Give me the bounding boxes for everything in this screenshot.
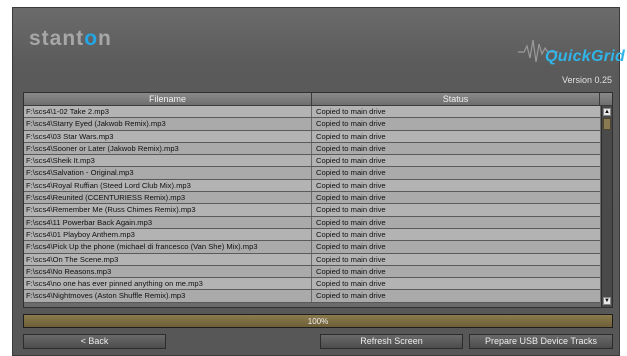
filename-cell: F:\scs4\03 Star Wars.mp3 (24, 130, 312, 142)
version-label: Version 0.25 (561, 75, 612, 85)
table-row[interactable]: F:\scs4\Salvation - Original.mp3 Copied t… (24, 167, 600, 180)
filename-cell: F:\scs4\Sheik It.mp3 (24, 155, 312, 167)
filename-cell: F:\scs4\Sooner or Later (Jakwob Remix).m… (24, 142, 312, 155)
status-cell: Copied to main drive (316, 156, 386, 166)
status-cell: Copied to main drive (316, 229, 386, 239)
status-cell: Copied to main drive (316, 107, 386, 116)
column-header-filename[interactable]: Filename (24, 93, 312, 105)
table-row[interactable]: F:\scs4\Nightmoves (Aston Shuffle Remix)… (24, 290, 600, 303)
filename-cell: F:\scs4\Royal Ruffian (Steed Lord Club M… (24, 179, 312, 192)
filename-cell: F:\scs4\Reunited (CCENTURIESS Remix).mp3 (24, 192, 312, 204)
grid-header: Filename Status (24, 93, 612, 106)
filename-cell: F:\scs4\On The Scene.mp3 (24, 253, 312, 265)
filename-cell: F:\scs4\No Reasons.mp3 (24, 265, 312, 278)
scroll-down-icon[interactable]: ▼ (603, 297, 611, 305)
status-cell: Copied to main drive (316, 143, 386, 153)
product-title: QuickGrid (545, 48, 626, 65)
filename-cell: F:\scs4\1-02 Take 2.mp3 (24, 106, 312, 118)
back-button[interactable]: < Back (23, 334, 166, 349)
progress-label: 100% (307, 317, 329, 326)
filename-cell: F:\scs4\01 Playboy Anthem.mp3 (24, 228, 312, 241)
status-cell: Copied to main drive (316, 131, 386, 141)
logo-suffix: n (98, 27, 112, 50)
filename-cell: F:\scs4\Remember Me (Russ Chimes Remix).… (24, 204, 312, 216)
vertical-scrollbar[interactable]: ▲ ▼ (601, 106, 612, 307)
filename-cell: F:\scs4\Nightmoves (Aston Shuffle Remix)… (24, 290, 312, 302)
grid-rows: F:\scs4\1-02 Take 2.mp3 Copied to main dr… (24, 106, 600, 303)
refresh-screen-button[interactable]: Refresh Screen (320, 334, 463, 349)
prepare-usb-tracks-button[interactable]: Prepare USB Device Tracks (469, 334, 613, 349)
table-row[interactable]: F:\scs4\No Reasons.mp3 Copied to main dri… (24, 265, 600, 279)
stanton-logo: stanton (29, 27, 112, 51)
table-row[interactable]: F:\scs4\Pick Up the phone (michael di fr… (24, 241, 600, 254)
status-cell: Copied to main drive (316, 205, 386, 215)
status-cell: Copied to main drive (316, 291, 386, 301)
status-cell: Copied to main drive (316, 193, 386, 203)
column-header-status[interactable]: Status (312, 93, 600, 105)
table-row[interactable]: F:\scs4\Sheik It.mp3 Copied to main drive (24, 155, 600, 168)
status-cell: Copied to main drive (316, 266, 386, 276)
table-row[interactable]: F:\scs4\11 Powerbar Back Again.mp3 Copied… (24, 216, 600, 229)
table-row[interactable]: F:\scs4\Sooner or Later (Jakwob Remix).m… (24, 142, 600, 156)
status-cell: Copied to main drive (316, 180, 386, 190)
filename-cell: F:\scs4\no one has ever pinned anything … (24, 278, 312, 290)
status-cell: Copied to main drive (316, 217, 386, 227)
file-grid: Filename Status F:\scs4\1-02 Take 2.mp3 C… (23, 92, 613, 308)
status-cell: Copied to main drive (316, 279, 386, 289)
table-row[interactable]: F:\scs4\Royal Ruffian (Steed Lord Club M… (24, 179, 600, 193)
table-row[interactable]: F:\scs4\03 Star Wars.mp3 Copied to main d… (24, 130, 600, 143)
table-row[interactable]: F:\scs4\Starry Eyed (Jakwob Remix).mp3 Co… (24, 118, 600, 131)
scroll-thumb[interactable] (603, 118, 611, 130)
table-row[interactable]: F:\scs4\Remember Me (Russ Chimes Remix).… (24, 204, 600, 217)
table-row[interactable]: F:\scs4\Reunited (CCENTURIESS Remix).mp3… (24, 192, 600, 205)
filename-cell: F:\scs4\Salvation - Original.mp3 (24, 167, 312, 179)
table-row[interactable]: F:\scs4\01 Playboy Anthem.mp3 Copied to m… (24, 228, 600, 242)
status-cell: Copied to main drive (316, 168, 386, 178)
status-cell: Copied to main drive (316, 119, 386, 129)
table-row[interactable]: F:\scs4\1-02 Take 2.mp3 Copied to main dr… (24, 106, 600, 119)
table-row[interactable]: F:\scs4\no one has ever pinned anything … (24, 278, 600, 291)
logo-prefix: stant (29, 27, 85, 50)
logo-accent: o (84, 27, 99, 50)
app-window: stanton QuickGrid Version 0.25 Filename … (12, 7, 625, 356)
status-cell: Copied to main drive (316, 242, 386, 252)
filename-cell: F:\scs4\11 Powerbar Back Again.mp3 (24, 216, 312, 228)
filename-cell: F:\scs4\Starry Eyed (Jakwob Remix).mp3 (24, 118, 312, 130)
progress-bar: 100% (23, 314, 613, 328)
status-cell: Copied to main drive (316, 254, 386, 264)
scroll-up-icon[interactable]: ▲ (603, 108, 611, 116)
table-row[interactable]: F:\scs4\On The Scene.mp3 Copied to main d… (24, 253, 600, 266)
filename-cell: F:\scs4\Pick Up the phone (michael di fr… (24, 241, 312, 253)
